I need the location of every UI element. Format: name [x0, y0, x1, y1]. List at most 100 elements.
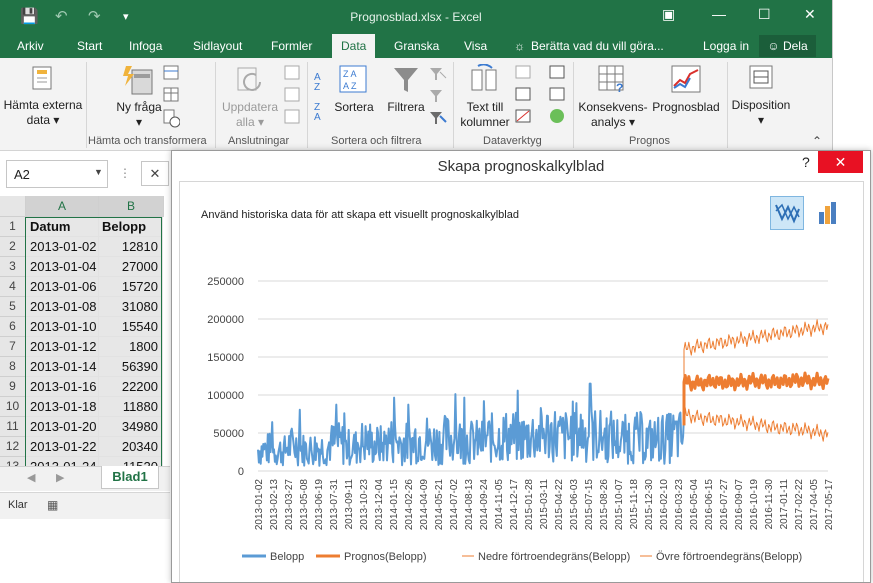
close-button[interactable]: ✕: [818, 151, 863, 173]
table-cell[interactable]: 2013-01-06: [26, 277, 99, 297]
legend-label: Prognos(Belopp): [344, 551, 427, 563]
table-cell[interactable]: 11520: [99, 457, 163, 466]
sheet-tab-blad1[interactable]: Blad1: [101, 466, 159, 489]
table-cell[interactable]: 2013-01-14: [26, 357, 99, 377]
table-cell[interactable]: 2013-01-08: [26, 297, 99, 317]
table-cell[interactable]: 1800: [99, 337, 163, 357]
row-header[interactable]: 7: [0, 337, 26, 357]
x-tick-label: 2016-03-23: [674, 479, 685, 531]
table-cell[interactable]: 2013-01-04: [26, 257, 99, 277]
tab-start[interactable]: Start: [77, 39, 102, 53]
table-cell[interactable]: 2013-01-20: [26, 417, 99, 437]
table-cell[interactable]: 15720: [99, 277, 163, 297]
table-cell[interactable]: 22200: [99, 377, 163, 397]
row-header[interactable]: 2: [0, 237, 26, 257]
chevron-down-icon[interactable]: ▼: [94, 167, 103, 177]
new-query-button[interactable]: Ny fråga ▾: [112, 100, 166, 130]
row-header[interactable]: 6: [0, 317, 26, 337]
share-button[interactable]: ☺ Dela: [759, 35, 816, 57]
maximize-icon[interactable]: ☐: [758, 6, 771, 23]
table-cell[interactable]: 2013-01-16: [26, 377, 99, 397]
tab-formler[interactable]: Formler: [271, 39, 312, 53]
col-header-b[interactable]: B: [99, 196, 164, 217]
select-all-corner[interactable]: [0, 196, 26, 217]
cancel-formula-icon[interactable]: ✕: [141, 161, 169, 186]
table-cell[interactable]: 15540: [99, 317, 163, 337]
x-tick-label: 2017-04-05: [809, 479, 820, 531]
y-tick-label: 150000: [207, 352, 244, 364]
group-label-forecast: Prognos: [629, 135, 670, 147]
row-header[interactable]: 3: [0, 257, 26, 277]
data-tools-small-icons: [515, 65, 565, 123]
tab-sidlayout[interactable]: Sidlayout: [193, 39, 242, 53]
tab-granska[interactable]: Granska: [394, 39, 439, 53]
table-cell[interactable]: 2013-01-18: [26, 397, 99, 417]
group-separator: [86, 62, 87, 148]
table-cell[interactable]: 2013-01-12: [26, 337, 99, 357]
row-header[interactable]: 9: [0, 377, 26, 397]
tab-arkiv[interactable]: Arkiv: [17, 39, 44, 53]
row-header[interactable]: 1: [0, 217, 26, 237]
person-icon: ☺: [767, 39, 783, 53]
tab-infoga[interactable]: Infoga: [129, 39, 162, 53]
table-cell[interactable]: 31080: [99, 297, 163, 317]
group-label-get-transform: Hämta och transformera: [88, 135, 207, 147]
new-query-label: Ny fråga: [116, 100, 162, 114]
header-cell[interactable]: Datum: [26, 217, 99, 237]
svg-text:?: ?: [616, 81, 623, 94]
row-header[interactable]: 5: [0, 297, 26, 317]
close-window-icon[interactable]: ✕: [804, 6, 816, 23]
sort-button[interactable]: Sortera: [332, 100, 376, 115]
name-box[interactable]: A2 ▼: [6, 160, 108, 188]
whatif-analysis-button[interactable]: Konsekvens- analys ▾: [578, 100, 648, 130]
x-tick-label: 2015-01-28: [524, 479, 535, 531]
row-header[interactable]: 13: [0, 457, 26, 466]
worksheet-grid[interactable]: A B 1 2 3 4 5 6 7 8 9 10 11 12 13 Datum Belopp 2013-01…: [0, 196, 170, 466]
scroll-left-icon[interactable]: ◀: [27, 471, 35, 484]
table-cell[interactable]: 20340: [99, 437, 163, 457]
legend-label: Övre förtroendegräns(Belopp): [656, 551, 802, 563]
login-link[interactable]: Logga in: [703, 39, 749, 53]
x-tick-label: 2013-06-19: [314, 479, 325, 531]
get-external-data-button[interactable]: Hämta externa data ▾: [2, 98, 84, 128]
tab-data[interactable]: Data: [332, 34, 376, 58]
table-cell[interactable]: 27000: [99, 257, 163, 277]
collapse-ribbon-icon[interactable]: ⌃: [812, 134, 822, 148]
outline-button[interactable]: Disposition ▾: [730, 98, 792, 128]
filter-button[interactable]: Filtrera: [384, 100, 428, 115]
table-cell[interactable]: 11880: [99, 397, 163, 417]
table-cell[interactable]: 12810: [99, 237, 163, 257]
header-cell[interactable]: Belopp: [99, 217, 163, 237]
row-header[interactable]: 11: [0, 417, 26, 437]
table-cell[interactable]: 2013-01-24: [26, 457, 99, 466]
refresh-all-button[interactable]: Uppdatera alla ▾: [218, 100, 282, 130]
row-header[interactable]: 4: [0, 277, 26, 297]
table-cell[interactable]: 2013-01-10: [26, 317, 99, 337]
col-header-a[interactable]: A: [26, 196, 99, 217]
table-cell[interactable]: 2013-01-22: [26, 437, 99, 457]
table-cell[interactable]: 2013-01-02: [26, 237, 99, 257]
x-tick-label: 2015-04-22: [554, 479, 565, 531]
row-header[interactable]: 12: [0, 437, 26, 457]
svg-text:A Z: A Z: [343, 81, 357, 91]
tell-me-box[interactable]: Berätta vad du vill göra...: [531, 39, 664, 53]
ribbon-tabs: Arkiv Start Infoga Sidlayout Formler Dat…: [0, 34, 832, 58]
scroll-right-icon[interactable]: ▶: [56, 471, 64, 484]
table-cell[interactable]: 34980: [99, 417, 163, 437]
refresh-all-icon: [237, 67, 261, 91]
x-tick-label: 2013-07-31: [329, 479, 340, 531]
ribbon-display-icon[interactable]: ▣: [662, 6, 675, 23]
tab-visa[interactable]: Visa: [464, 39, 487, 53]
forecast-sheet-button[interactable]: Prognosblad: [650, 100, 722, 115]
help-button[interactable]: ?: [802, 154, 810, 170]
svg-text:A: A: [314, 112, 321, 123]
minimize-icon[interactable]: —: [712, 6, 726, 22]
macro-record-icon[interactable]: ▦: [47, 498, 58, 512]
forecast-chart: 0 50000 100000 150000 200000 250000 2013-01-02…: [207, 276, 835, 563]
text-to-columns-button[interactable]: Text till kolumner: [456, 100, 514, 130]
outline-icon: [749, 65, 773, 89]
group-separator: [727, 62, 728, 148]
table-cell[interactable]: 56390: [99, 357, 163, 377]
row-header[interactable]: 10: [0, 397, 26, 417]
row-header[interactable]: 8: [0, 357, 26, 377]
